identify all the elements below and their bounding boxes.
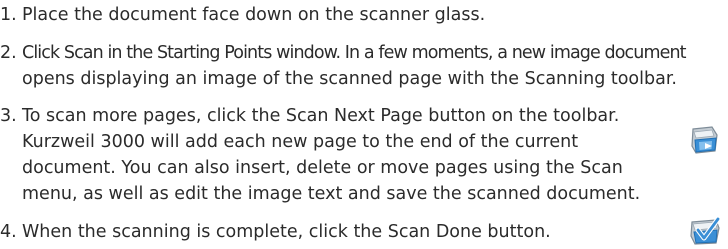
step-text-line: document. You can also insert, delete or… [22, 158, 623, 178]
step-1: 1. Place the document face down on the s… [0, 2, 728, 28]
step-text-line: menu, as well as edit the image text and… [22, 184, 641, 204]
step-3: 3. To scan more pages, click the Scan Ne… [0, 103, 728, 207]
instruction-list: 1. Place the document face down on the s… [0, 0, 728, 249]
step-number: 2. [0, 43, 17, 63]
step-text: Place the document face down on the scan… [22, 5, 486, 25]
step-4: 4. When the scanning is complete, click … [0, 219, 728, 245]
step-text-line: To scan more pages, click the Scan Next … [22, 106, 620, 126]
step-text-line: Click Scan in the Starting Points window… [22, 43, 687, 63]
step-number: 4. [0, 222, 17, 242]
step-number: 1. [0, 5, 17, 25]
step-text-line: Kurzweil 3000 will add each new page to … [22, 132, 579, 152]
step-text: When the scanning is complete, click the… [22, 222, 551, 242]
scan-done-icon [690, 216, 721, 245]
step-number: 3. [0, 106, 17, 126]
step-2: 2. Click Scan in the Starting Points win… [0, 40, 728, 92]
scan-next-page-icon [691, 126, 718, 154]
step-text-line: opens displaying an image of the scanned… [22, 69, 677, 89]
